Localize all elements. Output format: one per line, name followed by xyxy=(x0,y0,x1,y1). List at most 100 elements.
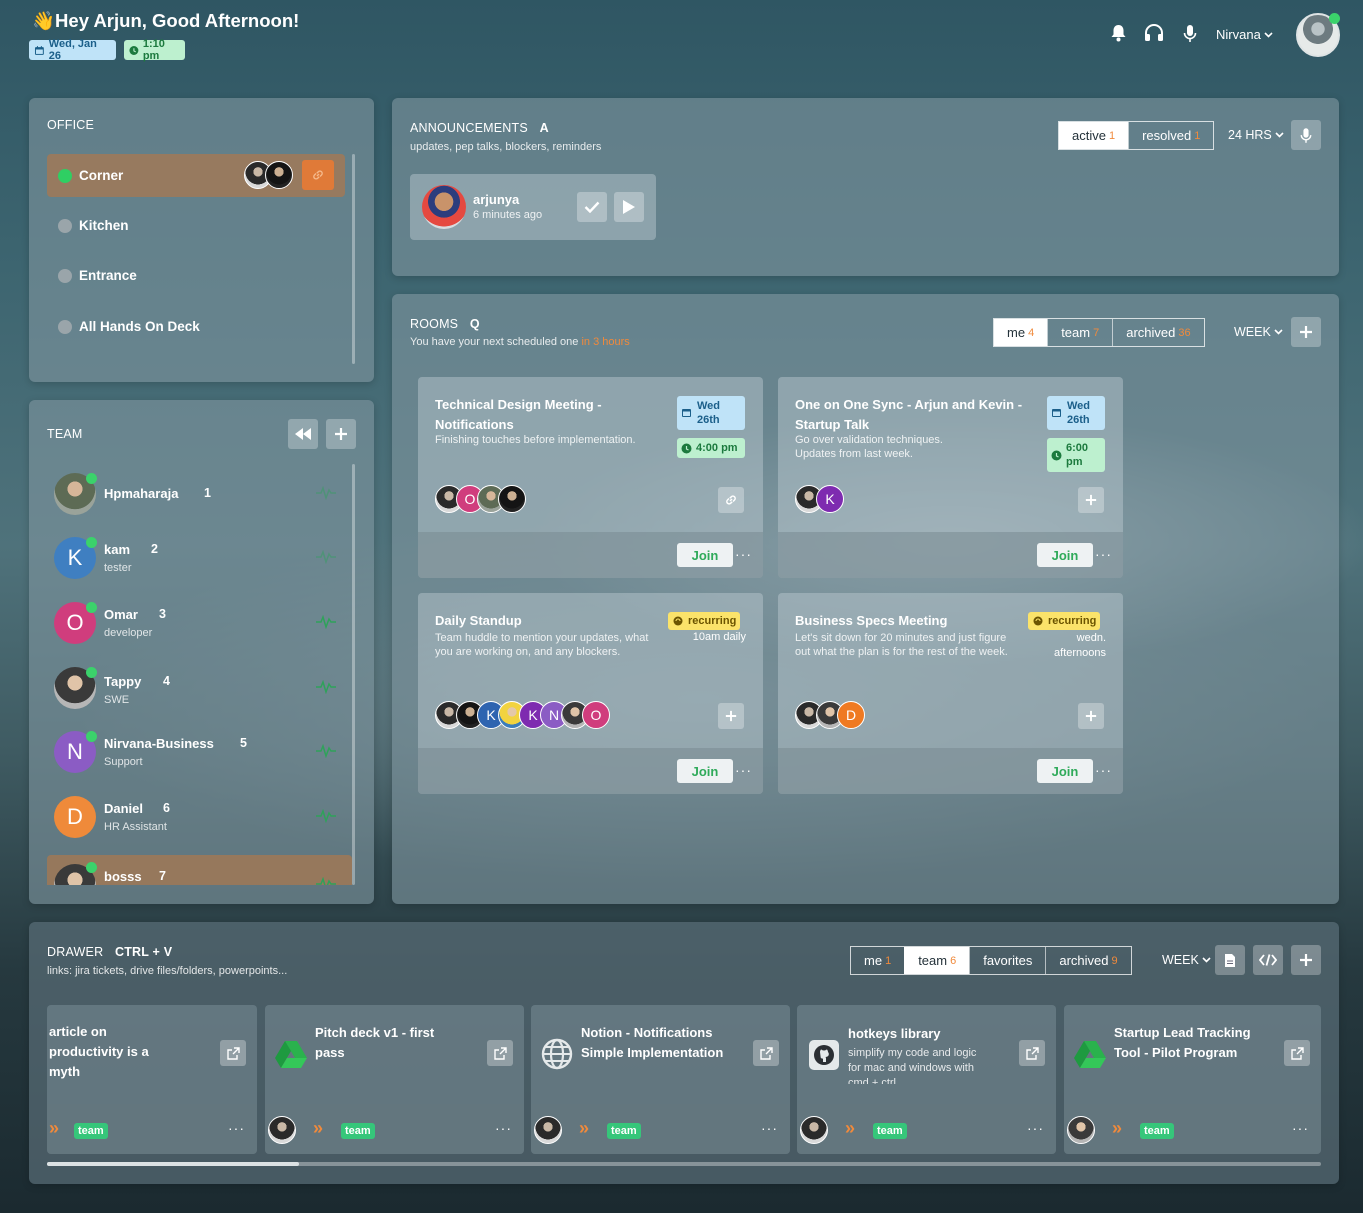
avatar: O xyxy=(582,701,610,729)
chevron-right-double-icon: » xyxy=(49,1118,59,1138)
drawer-scrollbar-thumb[interactable] xyxy=(47,1162,299,1166)
google-drive-icon xyxy=(275,1041,307,1068)
office-room-all-hands[interactable]: All Hands On Deck xyxy=(47,305,345,348)
hotkey-label: CTRL + V xyxy=(114,945,173,959)
external-link-icon xyxy=(759,1046,773,1060)
office-room-corner[interactable]: Corner xyxy=(47,154,345,197)
open-external-button[interactable] xyxy=(753,1040,779,1066)
open-external-button[interactable] xyxy=(1284,1040,1310,1066)
status-dot xyxy=(58,319,72,334)
add-participant-button[interactable] xyxy=(1078,487,1104,513)
bell-icon[interactable] xyxy=(1110,24,1127,42)
activity-icon xyxy=(316,877,336,885)
add-code-button[interactable] xyxy=(1253,945,1283,975)
date-badge: Wed 26th xyxy=(1047,396,1105,430)
add-participant-button[interactable] xyxy=(1078,703,1104,729)
microphone-icon[interactable] xyxy=(1183,24,1197,43)
announcements-title: ANNOUNCEMENTS A xyxy=(410,121,549,135)
rooms-tabs: me 4 team 7 archived 36 xyxy=(993,318,1205,347)
drawer-item[interactable]: hotkeys library simplify my code and log… xyxy=(797,1005,1056,1154)
join-button[interactable]: Join xyxy=(677,759,733,783)
avatar xyxy=(800,1116,828,1144)
tab-resolved[interactable]: resolved 1 xyxy=(1128,122,1213,149)
room-card[interactable]: One on One Sync - Arjun and Kevin - Star… xyxy=(778,377,1123,578)
more-options-icon[interactable]: ··· xyxy=(761,1120,778,1136)
team-member[interactable]: K kam 2 tester xyxy=(47,528,352,590)
rooms-title: ROOMS Q xyxy=(410,317,480,331)
drawer-range-dropdown[interactable]: WEEK xyxy=(1162,953,1211,967)
more-options-icon[interactable]: ··· xyxy=(1027,1120,1044,1136)
copy-link-button[interactable] xyxy=(718,487,744,513)
team-member[interactable]: N Nirvana-Business 5 Support xyxy=(47,722,352,784)
more-options-icon[interactable]: ··· xyxy=(735,762,752,778)
team-member[interactable]: Hpmaharaja 1 xyxy=(47,464,352,526)
room-card[interactable]: Daily Standup Team huddle to mention you… xyxy=(418,593,763,794)
add-file-button[interactable] xyxy=(1215,945,1245,975)
tab-favorites[interactable]: favorites xyxy=(969,947,1045,974)
more-options-icon[interactable]: ··· xyxy=(495,1120,512,1136)
hotkey-label: A xyxy=(539,121,549,135)
office-room-kitchen[interactable]: Kitchen xyxy=(47,204,345,247)
play-button[interactable] xyxy=(614,192,644,222)
resolve-button[interactable] xyxy=(577,192,607,222)
headphones-icon[interactable] xyxy=(1144,24,1164,42)
drawer-item[interactable]: Pitch deck v1 - first pass » team ··· xyxy=(265,1005,524,1154)
office-room-entrance[interactable]: Entrance xyxy=(47,254,345,297)
announcement-item[interactable]: arjunya 6 minutes ago xyxy=(410,174,656,240)
plus-icon xyxy=(1300,326,1312,338)
more-options-icon[interactable]: ··· xyxy=(1095,762,1112,778)
more-options-icon[interactable]: ··· xyxy=(1292,1120,1309,1136)
drawer-item[interactable]: Startup Lead Tracking Tool - Pilot Progr… xyxy=(1064,1005,1321,1154)
tab-archived[interactable]: archived 36 xyxy=(1112,319,1203,346)
add-room-button[interactable] xyxy=(1291,317,1321,347)
avatar: K xyxy=(816,485,844,513)
card-footer xyxy=(1064,1104,1321,1154)
external-link-icon xyxy=(1290,1046,1304,1060)
room-link-button[interactable] xyxy=(302,160,334,190)
add-link-button[interactable] xyxy=(1291,945,1321,975)
external-link-icon xyxy=(1025,1046,1039,1060)
rewind-button[interactable] xyxy=(288,419,318,449)
room-card[interactable]: Technical Design Meeting - Notifications… xyxy=(418,377,763,578)
open-external-button[interactable] xyxy=(220,1040,246,1066)
team-member[interactable]: O Omar 3 developer xyxy=(47,593,352,655)
join-button[interactable]: Join xyxy=(1037,759,1093,783)
drawer-item[interactable]: Notion - Notifications Simple Implementa… xyxy=(531,1005,790,1154)
activity-icon xyxy=(316,550,336,564)
tab-me[interactable]: me 1 xyxy=(851,947,904,974)
room-participants: O xyxy=(435,485,526,513)
team-member[interactable]: Tappy 4 SWE xyxy=(47,658,352,720)
plus-icon xyxy=(725,710,737,722)
tab-archived[interactable]: archived 9 xyxy=(1045,947,1130,974)
time-badge: 4:00 pm xyxy=(677,438,745,458)
drawer-scrollbar-track[interactable] xyxy=(47,1162,1321,1166)
tab-team[interactable]: team 6 xyxy=(904,947,970,974)
open-external-button[interactable] xyxy=(487,1040,513,1066)
chevron-down-icon xyxy=(1264,31,1273,38)
drawer-item[interactable]: article on productivity is a myth » team… xyxy=(47,1005,257,1154)
team-member[interactable]: bosss 7 xyxy=(47,855,352,885)
workspace-dropdown[interactable]: Nirvana xyxy=(1216,27,1273,42)
open-external-button[interactable] xyxy=(1019,1040,1045,1066)
rooms-subtitle: You have your next scheduled one in 3 ho… xyxy=(410,336,630,348)
add-member-button[interactable] xyxy=(326,419,356,449)
more-options-icon[interactable]: ··· xyxy=(735,546,752,562)
join-button[interactable]: Join xyxy=(677,543,733,567)
status-dot xyxy=(58,168,72,183)
record-announcement-button[interactable] xyxy=(1291,120,1321,150)
room-card[interactable]: Business Specs Meeting Let's sit down fo… xyxy=(778,593,1123,794)
more-options-icon[interactable]: ··· xyxy=(1095,546,1112,562)
tab-team[interactable]: team 7 xyxy=(1047,319,1112,346)
announcements-range-dropdown[interactable]: 24 HRS xyxy=(1228,128,1284,142)
tab-active[interactable]: active 1 xyxy=(1059,122,1129,149)
schedule-label: 10am daily xyxy=(692,631,746,643)
office-scrollbar[interactable] xyxy=(352,154,355,364)
tab-me[interactable]: me 4 xyxy=(994,319,1048,346)
add-participant-button[interactable] xyxy=(718,703,744,729)
more-options-icon[interactable]: ··· xyxy=(228,1120,245,1136)
team-member[interactable]: D Daniel 6 HR Assistant xyxy=(47,787,352,849)
team-scrollbar[interactable] xyxy=(352,464,355,885)
rooms-range-dropdown[interactable]: WEEK xyxy=(1234,325,1283,339)
join-button[interactable]: Join xyxy=(1037,543,1093,567)
drawer-subtitle: links: jira tickets, drive files/folders… xyxy=(47,965,288,977)
